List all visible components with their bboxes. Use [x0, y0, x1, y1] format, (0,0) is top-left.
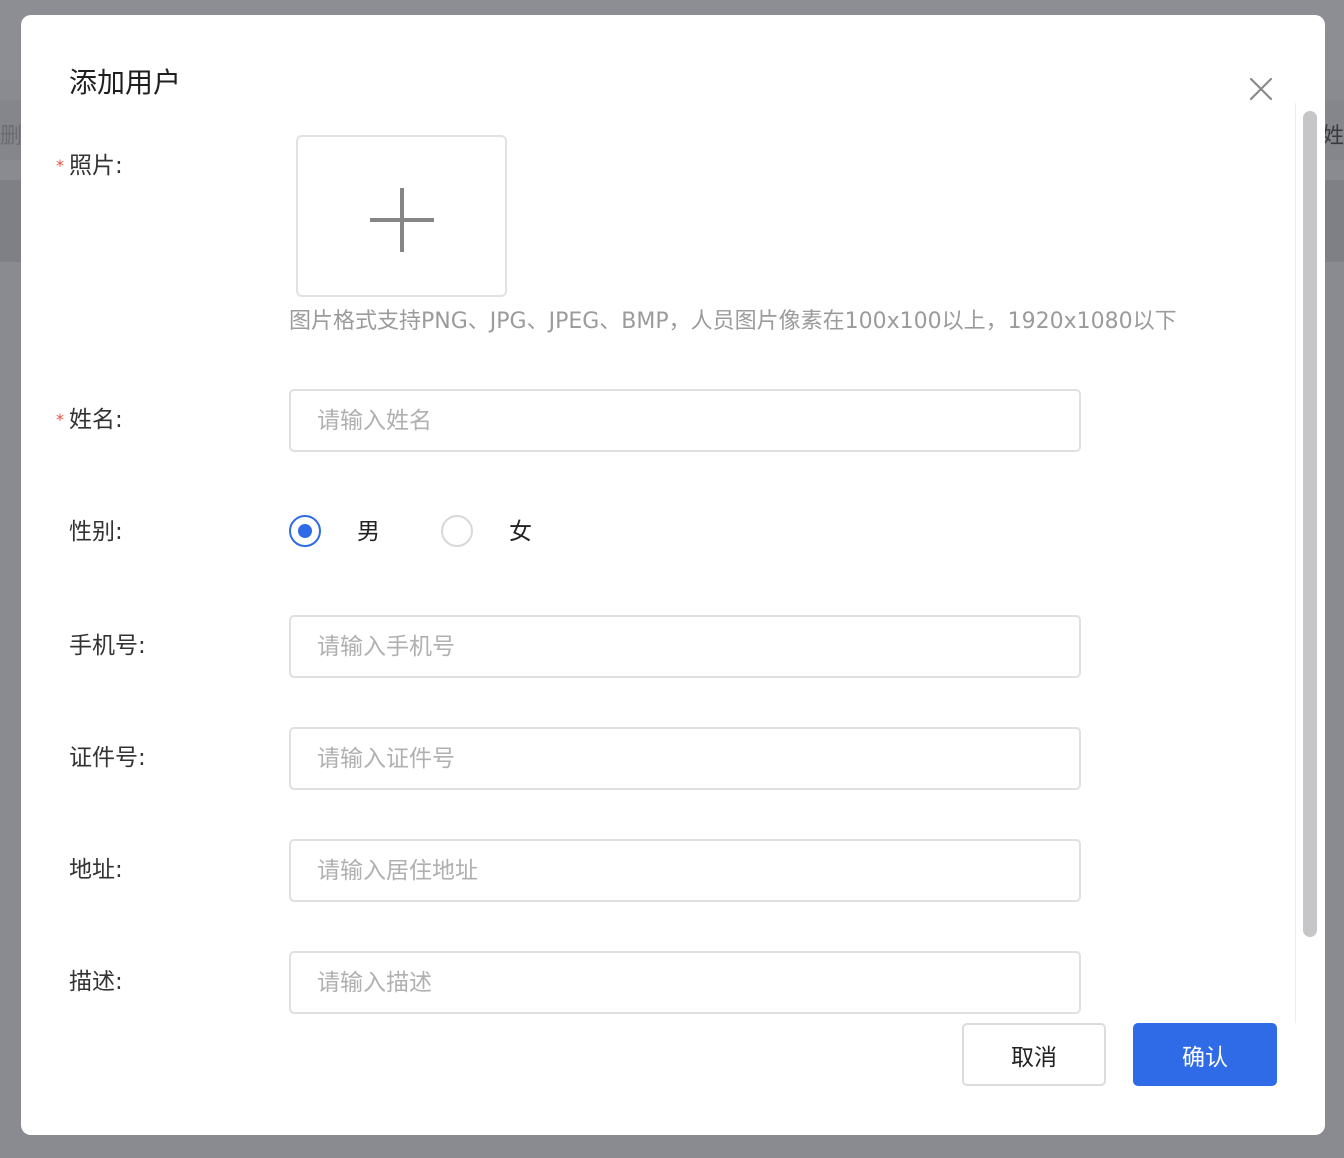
- required-mark: *: [56, 410, 64, 429]
- required-mark: *: [56, 156, 64, 175]
- scrollbar-thumb[interactable]: [1303, 111, 1317, 937]
- gender-female-label[interactable]: 女: [509, 517, 532, 547]
- photo-format-hint: 图片格式支持PNG、JPG、JPEG、BMP，人员图片像素在100x100以上，…: [289, 309, 1177, 334]
- name-input[interactable]: [289, 389, 1081, 452]
- plus-icon: [370, 188, 434, 252]
- gender-male-label[interactable]: 男: [357, 517, 380, 547]
- photo-upload-button[interactable]: [296, 135, 507, 297]
- dialog-title: 添加用户: [69, 66, 182, 99]
- address-input[interactable]: [289, 839, 1081, 902]
- close-button[interactable]: [1245, 73, 1277, 105]
- background-column-text: 姓: [1321, 124, 1344, 149]
- add-user-dialog: 添加用户 * 照片: 图片格式支持PNG、JPG、JPEG、BMP，人员图片像素…: [21, 15, 1325, 1135]
- photo-label: 照片:: [69, 153, 123, 179]
- description-label: 描述:: [69, 969, 123, 995]
- phone-input[interactable]: [289, 615, 1081, 678]
- name-label: 姓名:: [69, 407, 123, 433]
- id-number-input[interactable]: [289, 727, 1081, 790]
- cancel-button[interactable]: 取消: [962, 1023, 1106, 1086]
- address-label: 地址:: [69, 857, 123, 883]
- close-icon: [1249, 77, 1273, 101]
- id-number-label: 证件号:: [69, 745, 146, 771]
- phone-label: 手机号:: [69, 633, 146, 659]
- gender-male-radio[interactable]: [289, 515, 321, 547]
- gender-label: 性别:: [69, 519, 123, 545]
- description-input[interactable]: [289, 951, 1081, 1014]
- gender-female-radio[interactable]: [441, 515, 473, 547]
- confirm-button[interactable]: 确认: [1133, 1023, 1277, 1086]
